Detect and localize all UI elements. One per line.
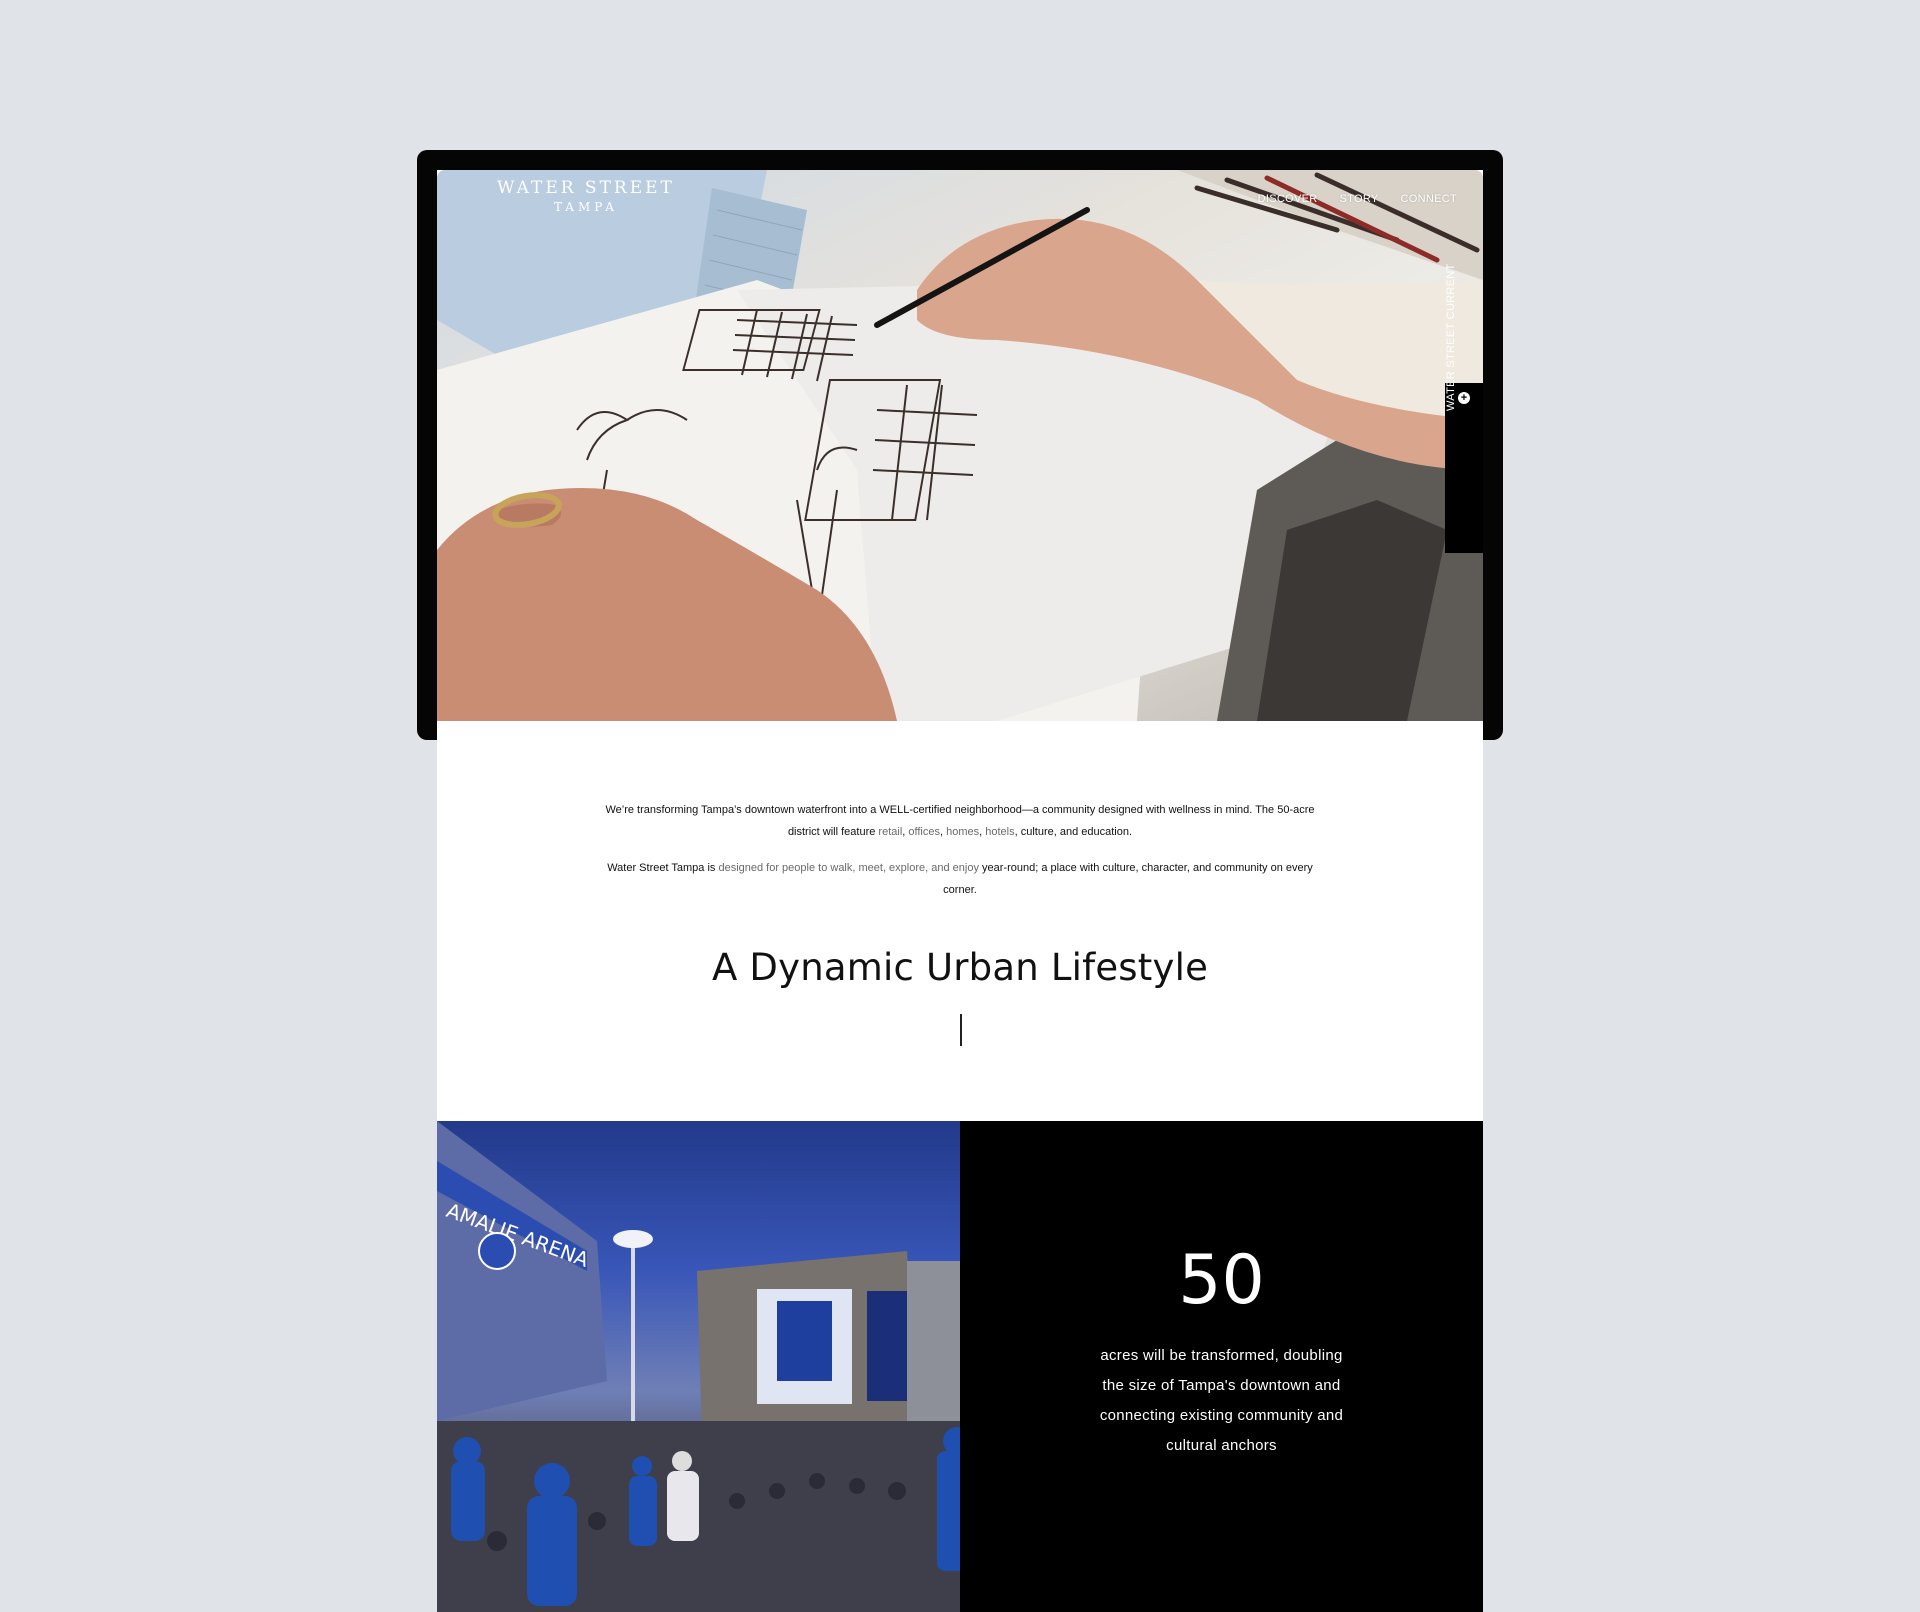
nav-discover[interactable]: DISCOVER	[1258, 193, 1318, 205]
website-page: WATER STREET TAMPA DISCOVER STORY CONNEC…	[437, 170, 1483, 1612]
link-designed-for-people[interactable]: designed for people to walk, meet, explo…	[718, 862, 979, 874]
hero-section: WATER STREET TAMPA DISCOVER STORY CONNEC…	[437, 170, 1483, 721]
link-hotels[interactable]: hotels	[985, 826, 1014, 838]
stat-panel: 50 acres will be transformed, doubling t…	[960, 1121, 1483, 1612]
plus-circle-icon: +	[1458, 392, 1470, 404]
stat-description: acres will be transformed, doubling the …	[1099, 1347, 1344, 1454]
link-offices[interactable]: offices	[908, 826, 940, 838]
side-tab-label: WATER STREET CURRENT	[1445, 263, 1457, 411]
section-headline: A Dynamic Urban Lifestyle	[711, 946, 1209, 989]
nav-connect[interactable]: CONNECT	[1401, 193, 1458, 205]
intro-paragraph-1: We’re transforming Tampa’s downtown wate…	[600, 799, 1320, 843]
arena-scene: AMALIE ARENA	[437, 1121, 960, 1612]
intro-text: year-round; a place with culture, charac…	[943, 862, 1313, 896]
intro-text: Water Street Tampa is	[607, 862, 719, 874]
intro-paragraph-2: Water Street Tampa is designed for peopl…	[600, 857, 1320, 901]
intro-text: , culture, and education.	[1014, 826, 1133, 838]
brand-logo[interactable]: WATER STREET TAMPA	[497, 178, 675, 214]
brand-line-1: WATER STREET	[497, 178, 675, 198]
vertical-divider	[960, 1014, 962, 1046]
water-street-current-tab[interactable]: + WATER STREET CURRENT	[1445, 263, 1483, 553]
nav-story[interactable]: STORY	[1340, 193, 1379, 205]
main-nav: DISCOVER STORY CONNECT	[1258, 193, 1457, 205]
arena-photo: AMALIE ARENA	[437, 1121, 960, 1612]
intro-section: We’re transforming Tampa’s downtown wate…	[437, 799, 1483, 915]
link-homes[interactable]: homes	[946, 826, 979, 838]
hero-illustration	[437, 170, 1483, 721]
link-retail[interactable]: retail	[878, 826, 902, 838]
brand-line-2: TAMPA	[553, 200, 618, 214]
stat-number: 50	[1178, 1241, 1265, 1320]
